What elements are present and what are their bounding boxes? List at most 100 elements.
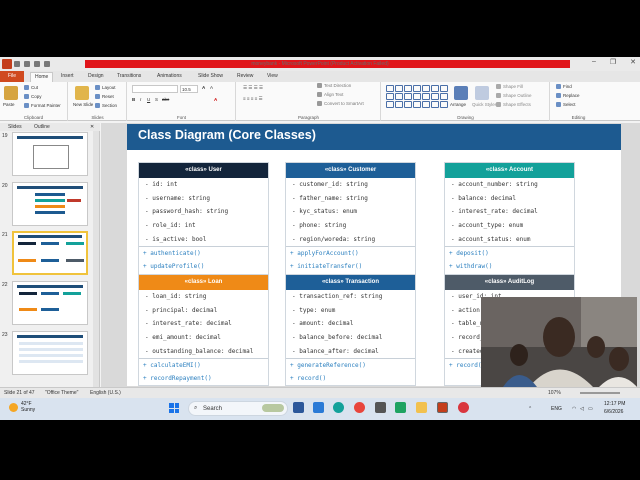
- volume-icon[interactable]: ◁: [580, 406, 584, 412]
- tab-design[interactable]: Design: [88, 73, 104, 79]
- class-card[interactable]: «class» Account - account_number: string -…: [444, 162, 575, 275]
- shape-outline-button[interactable]: Shape Outline: [496, 93, 532, 99]
- bold-button[interactable]: B: [132, 97, 135, 102]
- language-indicator[interactable]: ENG: [551, 406, 562, 412]
- arrange-button[interactable]: Arrange: [450, 102, 466, 107]
- section-button[interactable]: Section: [95, 103, 117, 109]
- slide-thumbnail-23[interactable]: [12, 331, 88, 375]
- close-icon[interactable]: ✕: [630, 58, 636, 66]
- class-attribute: - balance: decimal: [451, 194, 517, 202]
- slide-thumbnail-21[interactable]: [12, 231, 88, 275]
- replace-button[interactable]: Replace: [556, 93, 580, 99]
- opera-icon[interactable]: [458, 402, 469, 413]
- theme-name: "Office Theme": [45, 390, 79, 396]
- tab-insert[interactable]: Insert: [61, 73, 74, 79]
- select-button[interactable]: Select: [556, 102, 576, 108]
- quick-styles-button[interactable]: Quick Styles: [472, 102, 497, 107]
- minimize-icon[interactable]: –: [592, 58, 596, 66]
- tab-outline-panel[interactable]: Outline: [34, 124, 50, 130]
- wifi-icon[interactable]: ◠: [572, 406, 576, 412]
- tab-slides-panel[interactable]: Slides: [8, 124, 22, 130]
- word-icon[interactable]: [293, 402, 304, 413]
- shadow-button[interactable]: S: [155, 97, 158, 102]
- restore-icon[interactable]: ❐: [610, 58, 616, 66]
- underline-button[interactable]: U: [147, 97, 150, 102]
- edge-icon[interactable]: [333, 402, 344, 413]
- scissors-icon: [24, 85, 29, 91]
- excel-icon[interactable]: [395, 402, 406, 413]
- powerpoint-taskbar-icon[interactable]: [437, 402, 448, 413]
- class-attribute: - region/woreda: string: [292, 235, 376, 243]
- tray-chevron-icon[interactable]: ⌃: [528, 406, 532, 412]
- class-card[interactable]: «class» User - id: int - username: string -…: [138, 162, 269, 275]
- cut-button[interactable]: Cut: [24, 85, 38, 91]
- paste-icon[interactable]: [4, 86, 18, 100]
- fill-icon: [496, 84, 501, 90]
- webcam-overlay: [481, 297, 637, 387]
- italic-button[interactable]: I: [140, 97, 141, 102]
- shape-fill-button[interactable]: Shape Fill: [496, 84, 523, 90]
- class-method: + deposit(): [445, 246, 574, 260]
- strikethrough-button[interactable]: abc: [162, 97, 169, 102]
- bullets-icon[interactable]: ☰ ☰ ☰ ☰: [243, 85, 263, 91]
- battery-icon[interactable]: ▭: [588, 406, 593, 412]
- editing-label: Editing: [571, 115, 586, 120]
- class-card[interactable]: «class» Loan - loan_id: string - principal…: [138, 274, 269, 386]
- align-icons[interactable]: ≡ ≡ ≡ ≡ ☰: [243, 96, 263, 102]
- zoom-slider[interactable]: [580, 392, 620, 394]
- thumbnail-scrollbar[interactable]: [93, 131, 99, 387]
- find-button[interactable]: Find: [556, 84, 572, 90]
- tab-animations[interactable]: Animations: [157, 73, 182, 79]
- shapes-gallery[interactable]: [386, 85, 448, 109]
- clock-date[interactable]: 6/6/2026: [604, 409, 623, 415]
- file-explorer-icon[interactable]: [416, 402, 427, 413]
- slide-thumbnail-19[interactable]: [12, 132, 88, 176]
- tab-home[interactable]: Home: [30, 72, 54, 82]
- convert-smartart-button[interactable]: Convert to SmartArt: [317, 101, 364, 107]
- vscode-icon[interactable]: [313, 402, 324, 413]
- zoom-level[interactable]: 107%: [548, 390, 561, 396]
- close-panel-icon[interactable]: ✕: [90, 124, 94, 130]
- font-name-dropdown[interactable]: [132, 85, 178, 93]
- slide-header: Class Diagram (Core Classes): [127, 124, 621, 150]
- paste-button[interactable]: Paste: [3, 102, 15, 107]
- windows-start-icon[interactable]: [169, 403, 179, 413]
- slide-thumbnail-20[interactable]: [12, 182, 88, 226]
- search-highlight-icon[interactable]: [262, 404, 284, 412]
- taskbar: 42°F Sunny ⌕ Search ⌃ ENG ◠ ◁ ▭ 12:17 PM…: [0, 398, 640, 420]
- layout-button[interactable]: Layout: [95, 85, 116, 91]
- clipboard-group: Paste Cut Copy Format Painter Clipboard: [0, 82, 68, 121]
- tab-slide-show[interactable]: Slide Show: [198, 73, 223, 79]
- class-card[interactable]: «class» Transaction - transaction_ref: st…: [285, 274, 416, 386]
- app-icon[interactable]: [375, 402, 386, 413]
- format-painter-button[interactable]: Format Painter: [24, 103, 61, 109]
- drawing-label: Drawing: [457, 115, 474, 120]
- class-attribute: - id: int: [145, 181, 178, 188]
- tab-transitions[interactable]: Transitions: [117, 73, 141, 79]
- shrink-font-button[interactable]: A: [210, 85, 213, 90]
- class-method: + generateReference(): [286, 358, 415, 372]
- grow-font-button[interactable]: A: [202, 85, 205, 90]
- slide-thumbnails-panel: 19 20 21 22 23: [0, 131, 100, 387]
- tab-review[interactable]: Review: [237, 73, 253, 79]
- class-card[interactable]: «class» Customer - customer_id: string - f…: [285, 162, 416, 275]
- slide-thumbnail-22[interactable]: [12, 281, 88, 325]
- shape-effects-button[interactable]: Shape Effects: [496, 102, 531, 108]
- font-color-button[interactable]: A: [214, 97, 217, 102]
- class-header: «class» Customer: [286, 163, 415, 178]
- align-text-button[interactable]: Align Text: [317, 92, 343, 98]
- font-size-dropdown[interactable]: 10.5: [180, 85, 198, 93]
- chrome-icon[interactable]: [354, 402, 365, 413]
- quick-styles-icon[interactable]: [475, 86, 489, 100]
- copy-button[interactable]: Copy: [24, 94, 42, 100]
- new-slide-icon[interactable]: [75, 86, 89, 100]
- new-slide-button[interactable]: New Slide: [73, 102, 93, 107]
- arrange-icon[interactable]: [454, 86, 468, 100]
- language-status[interactable]: English (U.S.): [90, 390, 121, 396]
- tab-file[interactable]: File: [0, 71, 24, 82]
- tab-view[interactable]: View: [267, 73, 278, 79]
- reset-button[interactable]: Reset: [95, 94, 114, 100]
- clock-time[interactable]: 12:17 PM: [604, 401, 625, 407]
- text-direction-button[interactable]: Text Direction: [317, 83, 351, 89]
- class-attribute: - type: enum: [292, 306, 336, 314]
